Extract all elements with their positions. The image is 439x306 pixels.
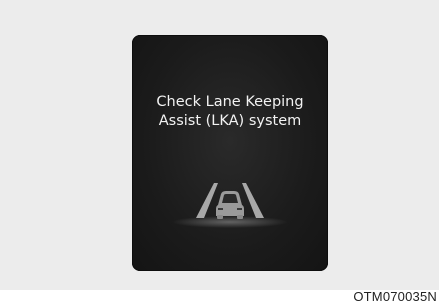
warning-message-line-2: Assist (LKA) system <box>158 113 302 129</box>
cluster-display: Check Lane Keeping Assist (LKA) system <box>132 35 328 271</box>
figure-code: OTM070035N <box>353 289 437 304</box>
warning-message: Check Lane Keeping Assist (LKA) system <box>132 93 328 131</box>
illustration-frame: Check Lane Keeping Assist (LKA) system <box>0 0 439 290</box>
lane-keeping-assist-icon <box>172 183 288 228</box>
warning-message-line-1: Check Lane Keeping <box>156 94 304 110</box>
